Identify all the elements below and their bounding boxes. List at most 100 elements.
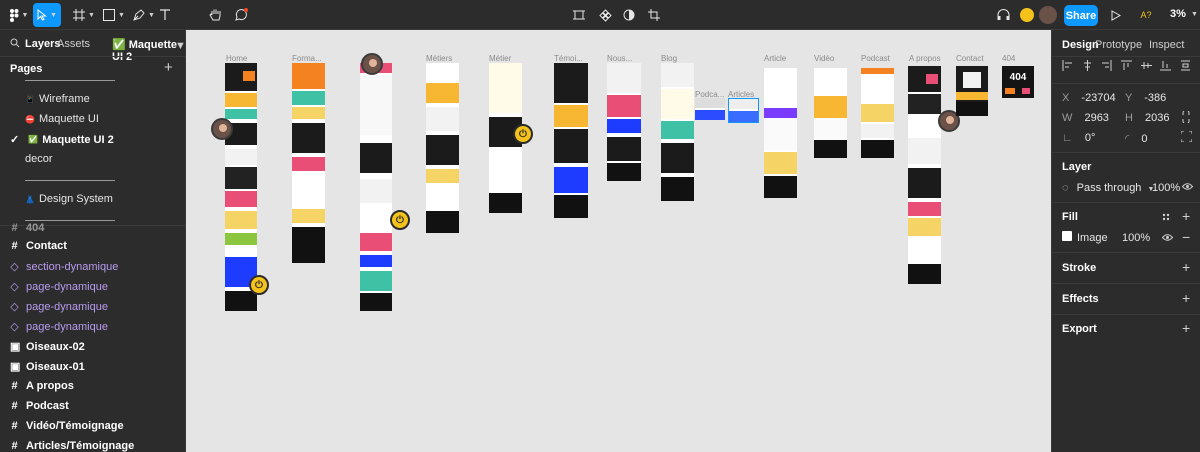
blend-mode-select[interactable]: ◌ Pass through ▼ (1062, 182, 1154, 194)
style-grid-icon[interactable] (1162, 213, 1170, 221)
align-center-h-icon[interactable] (1082, 60, 1093, 71)
frame-video[interactable] (814, 68, 847, 158)
layer-podcast[interactable]: # Podcast (10, 400, 68, 412)
layer-a-propos[interactable]: # A propos (10, 380, 73, 392)
frame-temoignages[interactable] (554, 63, 588, 218)
user-avatar-photo[interactable] (1039, 6, 1057, 24)
tab-prototype[interactable]: Prototype (1095, 39, 1142, 51)
frame-article[interactable] (764, 68, 797, 198)
collaborator-cursor-yellow[interactable]: ⏻ (390, 210, 410, 230)
main-menu-button[interactable]: ▼ (6, 3, 32, 27)
align-right-icon[interactable] (1101, 60, 1112, 71)
frame-label-temoignages[interactable]: Témoi... (554, 54, 583, 63)
frame-label-nous[interactable]: Nous... (607, 54, 632, 63)
layer-404[interactable]: #404 (10, 222, 44, 234)
page-item-design-system[interactable]: 👗 Design System (25, 193, 113, 205)
add-fill-icon[interactable]: + (1182, 208, 1190, 224)
align-top-icon[interactable] (1120, 60, 1132, 71)
collaborator-avatar[interactable] (361, 53, 383, 75)
mask-button[interactable] (620, 3, 638, 27)
tab-inspect[interactable]: Inspect (1149, 39, 1184, 51)
remove-fill-icon[interactable]: − (1182, 229, 1190, 245)
independent-corners-icon[interactable] (1181, 131, 1192, 142)
frame-podcast-small[interactable] (695, 98, 725, 120)
layer-contact[interactable]: # Contact (10, 240, 67, 252)
layer-articles-temoignage[interactable]: # Articles/Témoignage (10, 440, 134, 452)
tab-design[interactable]: Design (1062, 39, 1099, 51)
shape-tool-button[interactable]: ▼ (100, 3, 128, 27)
align-center-v-icon[interactable] (1140, 60, 1152, 71)
layer-opacity-field[interactable]: 100% (1152, 182, 1180, 194)
frame-metiers[interactable] (426, 63, 459, 233)
fill-opacity-field[interactable]: 100% (1122, 232, 1150, 244)
page-item-maquette-ui[interactable]: ⛔ Maquette UI (25, 113, 99, 125)
text-tool-button[interactable] (156, 3, 174, 27)
collaborator-cursor-yellow[interactable]: ⏻ (513, 124, 533, 144)
layer-oiseaux-01[interactable]: ▣ Oiseaux-01 (10, 360, 85, 374)
h-field[interactable]: H 2036 (1125, 112, 1170, 124)
hand-tool-button[interactable] (206, 3, 224, 27)
frame-a-propos[interactable] (908, 66, 941, 284)
corner-radius-field[interactable]: ◜ 0 (1125, 132, 1147, 145)
frame-label-a-propos[interactable]: A propos (909, 54, 941, 63)
canvas[interactable]: Home Forma... Métiers Métier Témoi... No… (186, 30, 1051, 452)
frame-label-metier[interactable]: Métier (489, 54, 511, 63)
frame-formations[interactable] (292, 63, 325, 263)
frame-nous[interactable] (607, 63, 641, 181)
page-item-wireframe[interactable]: 📱 Wireframe (25, 93, 90, 105)
frame-blog[interactable] (661, 63, 694, 201)
distribute-icon[interactable] (1180, 60, 1191, 71)
add-effect-icon[interactable]: + (1182, 290, 1190, 306)
layer-page-dynamique[interactable]: ◇ page-dynamique (10, 280, 108, 294)
pen-tool-button[interactable]: ▼ (130, 3, 158, 27)
tab-assets[interactable]: Assets (57, 38, 90, 50)
frame-home[interactable] (225, 63, 257, 311)
align-bottom-icon[interactable] (1160, 60, 1172, 71)
font-badge[interactable]: A? (1136, 3, 1156, 27)
x-field[interactable]: X -23704 (1062, 92, 1116, 104)
frame-label-video[interactable]: Vidéo (814, 54, 834, 63)
layer-video-temoignage[interactable]: # Vidéo/Témoignage (10, 420, 123, 432)
align-left-icon[interactable] (1062, 60, 1073, 71)
frame-label-formations[interactable]: Forma... (292, 54, 322, 63)
frame-label-contact[interactable]: Contact (956, 54, 984, 63)
collaborator-avatar[interactable] (211, 118, 233, 140)
user-avatar-yellow[interactable] (1018, 6, 1036, 24)
eye-icon[interactable] (1162, 233, 1173, 242)
add-page-icon[interactable]: + (164, 59, 173, 76)
frame-label-metiers[interactable]: Métiers (426, 54, 452, 63)
comment-tool-button[interactable] (232, 3, 250, 27)
frame-label-404[interactable]: 404 (1002, 54, 1015, 63)
frame-formation-detail[interactable] (360, 63, 392, 311)
w-field[interactable]: W 2963 (1062, 112, 1109, 124)
eye-icon[interactable] (1182, 182, 1193, 191)
page-item-maquette-ui-2[interactable]: ✓ ✅ Maquette UI 2 (10, 133, 114, 147)
frame-label-blog[interactable]: Blog (661, 54, 677, 63)
layer-page-dynamique[interactable]: ◇ page-dynamique (10, 300, 108, 314)
crop-frame-button[interactable] (570, 3, 588, 27)
zoom-level[interactable]: 3% (1170, 8, 1186, 20)
frame-contact[interactable] (956, 66, 988, 116)
frame-label-podcast[interactable]: Podcast (861, 54, 890, 63)
add-export-icon[interactable]: + (1182, 320, 1190, 336)
fill-swatch[interactable] (1062, 231, 1072, 241)
frame-podcast[interactable] (861, 68, 894, 158)
tab-layers[interactable]: Layers (25, 38, 60, 50)
layer-section-dynamique[interactable]: ◇ section-dynamique (10, 260, 118, 274)
frame-label-article[interactable]: Article (764, 54, 786, 63)
share-button[interactable]: Share (1064, 5, 1098, 26)
collaborator-cursor-yellow[interactable]: ⏻ (249, 275, 269, 295)
component-button[interactable] (596, 3, 614, 27)
rotation-field[interactable]: ∟ 0° (1062, 132, 1095, 144)
add-stroke-icon[interactable]: + (1182, 259, 1190, 275)
y-field[interactable]: Y -386 (1125, 92, 1166, 104)
frame-tool-button[interactable]: ▼ (70, 3, 98, 27)
fill-type[interactable]: Image (1077, 232, 1108, 244)
frame-articles[interactable] (728, 98, 759, 123)
page-item-decor[interactable]: decor (25, 153, 53, 165)
audio-button[interactable] (994, 3, 1012, 27)
present-button[interactable] (1108, 3, 1124, 27)
constrain-proportions-icon[interactable] (1181, 111, 1191, 123)
layer-page-dynamique[interactable]: ◇ page-dynamique (10, 320, 108, 334)
layer-oiseaux-02[interactable]: ▣ Oiseaux-02 (10, 340, 85, 354)
